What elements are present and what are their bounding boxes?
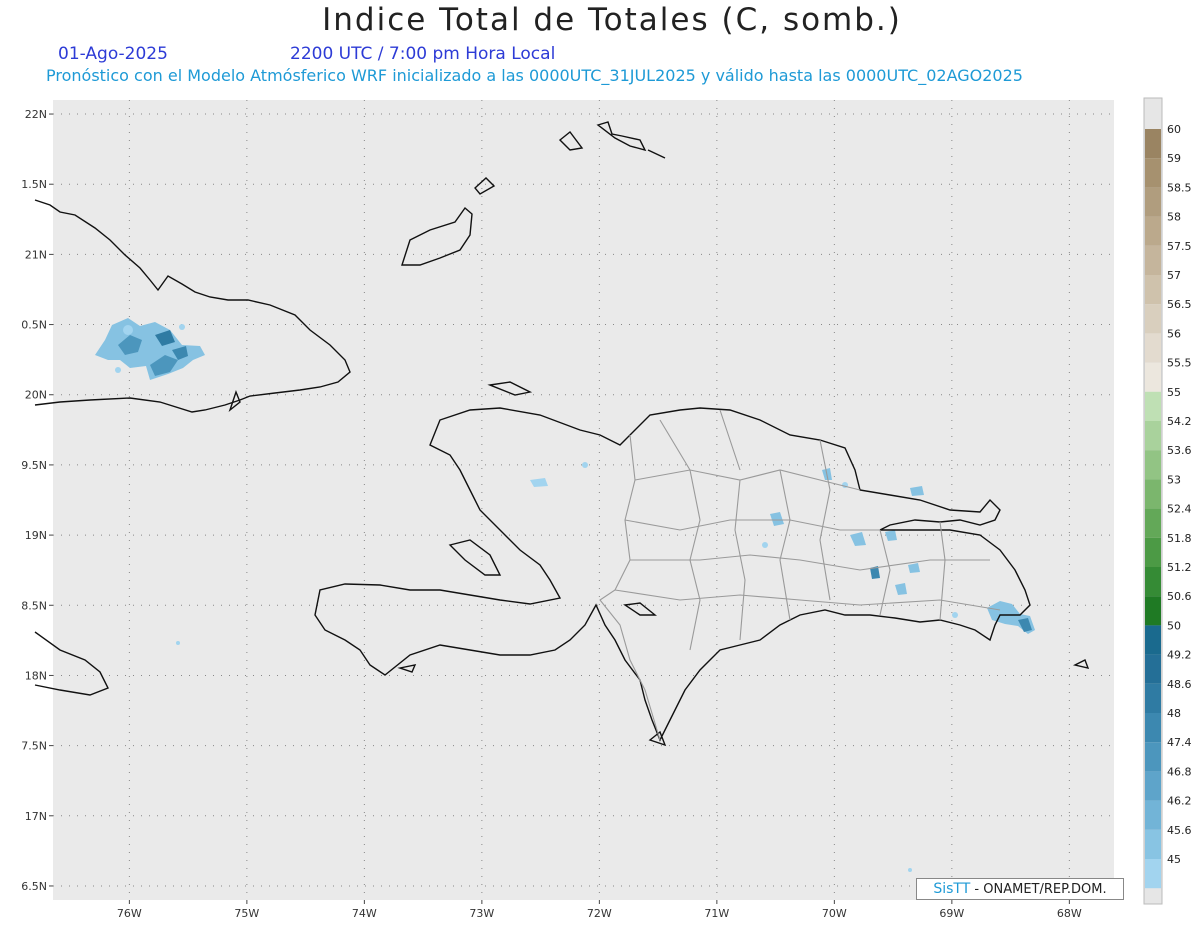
lon-label: 68W bbox=[1057, 907, 1082, 920]
lon-label: 76W bbox=[117, 907, 142, 920]
colorbar-label: 51.2 bbox=[1167, 561, 1192, 574]
lon-label: 75W bbox=[234, 907, 259, 920]
lon-label: 71W bbox=[704, 907, 729, 920]
colorbar-swatch bbox=[1145, 508, 1161, 538]
colorbar-label: 55 bbox=[1167, 386, 1181, 399]
colorbar-swatch bbox=[1145, 537, 1161, 567]
colorbar-swatch bbox=[1145, 391, 1161, 421]
lat-label: 21N bbox=[25, 248, 47, 261]
lat-label: 18N bbox=[25, 669, 47, 682]
lat-label: 19N bbox=[25, 529, 47, 542]
colorbar-swatch bbox=[1145, 245, 1161, 275]
colorbar-label: 56.5 bbox=[1167, 298, 1192, 311]
colorbar-label: 58.5 bbox=[1167, 181, 1192, 194]
lon-label: 73W bbox=[469, 907, 494, 920]
map-background bbox=[53, 100, 1114, 900]
colorbar-label: 49.2 bbox=[1167, 649, 1192, 662]
lon-label: 72W bbox=[587, 907, 612, 920]
colorbar-swatch bbox=[1145, 567, 1161, 597]
lat-label: 0.5N bbox=[21, 319, 47, 332]
colorbar-swatch bbox=[1145, 683, 1161, 713]
colorbar-label: 57.5 bbox=[1167, 240, 1192, 253]
colorbar-swatch bbox=[1145, 713, 1161, 743]
colorbar-swatch bbox=[1145, 362, 1161, 392]
lon-label: 69W bbox=[939, 907, 964, 920]
colorbar-label: 55.5 bbox=[1167, 357, 1192, 370]
lat-label: 9.5N bbox=[21, 459, 47, 472]
colorbar-swatch bbox=[1145, 625, 1161, 655]
colorbar-swatch bbox=[1145, 829, 1161, 859]
colorbar-swatch bbox=[1145, 333, 1161, 363]
colorbar: 60 59 58.5 58 57.5 57 56.5 56 55.5 55 54.2 53.6 53 52… bbox=[1143, 97, 1192, 905]
colorbar-label: 53.6 bbox=[1167, 444, 1192, 457]
colorbar-label: 48 bbox=[1167, 707, 1181, 720]
colorbar-swatch bbox=[1145, 654, 1161, 684]
colorbar-swatch bbox=[1145, 304, 1161, 334]
lat-label: 1.5N bbox=[21, 178, 47, 191]
colorbar-swatch bbox=[1145, 158, 1161, 188]
colorbar-swatch bbox=[1145, 129, 1161, 159]
lat-label: 20N bbox=[25, 389, 47, 402]
lat-label: 22N bbox=[25, 108, 47, 121]
credit-box: SisTT - ONAMET/REP.DOM. bbox=[916, 878, 1124, 900]
colorbar-label: 50 bbox=[1167, 619, 1181, 632]
colorbar-swatch bbox=[1145, 275, 1161, 305]
colorbar-label: 54.2 bbox=[1167, 415, 1192, 428]
colorbar-swatch bbox=[1145, 859, 1161, 889]
map-canvas: 22N 1.5N 21N 0.5N 20N 9.5N 19N 8.5N 18N 7.5N 17N 6.… bbox=[21, 97, 1192, 920]
colorbar-label: 53 bbox=[1167, 473, 1181, 486]
colorbar-swatch bbox=[1145, 187, 1161, 217]
colorbar-label: 47.4 bbox=[1167, 736, 1192, 749]
lat-label: 6.5N bbox=[21, 880, 47, 893]
colorbar-swatch bbox=[1145, 479, 1161, 509]
colorbar-swatch bbox=[1145, 800, 1161, 830]
lon-label: 74W bbox=[352, 907, 377, 920]
colorbar-label: 45.6 bbox=[1167, 824, 1192, 837]
colorbar-label: 46.8 bbox=[1167, 765, 1192, 778]
lat-label: 8.5N bbox=[21, 599, 47, 612]
colorbar-label: 50.6 bbox=[1167, 590, 1192, 603]
colorbar-swatch bbox=[1145, 216, 1161, 246]
sistt-logo: SisTT bbox=[933, 881, 971, 897]
colorbar-swatch bbox=[1145, 421, 1161, 451]
colorbar-label: 45 bbox=[1167, 853, 1181, 866]
colorbar-label: 57 bbox=[1167, 269, 1181, 282]
colorbar-swatch bbox=[1145, 742, 1161, 772]
colorbar-label: 51.8 bbox=[1167, 532, 1192, 545]
lat-label: 7.5N bbox=[21, 740, 47, 753]
colorbar-label: 52.4 bbox=[1167, 503, 1192, 516]
colorbar-label: 58 bbox=[1167, 211, 1181, 224]
colorbar-label: 48.6 bbox=[1167, 678, 1192, 691]
lon-label: 70W bbox=[822, 907, 847, 920]
colorbar-label: 46.2 bbox=[1167, 795, 1192, 808]
colorbar-swatch bbox=[1145, 450, 1161, 480]
credit-text: - ONAMET/REP.DOM. bbox=[970, 882, 1107, 897]
colorbar-label: 56 bbox=[1167, 327, 1181, 340]
colorbar-label: 59 bbox=[1167, 152, 1181, 165]
colorbar-swatch bbox=[1145, 596, 1161, 626]
lat-label: 17N bbox=[25, 810, 47, 823]
colorbar-swatch bbox=[1145, 771, 1161, 801]
colorbar-label: 60 bbox=[1167, 123, 1181, 136]
